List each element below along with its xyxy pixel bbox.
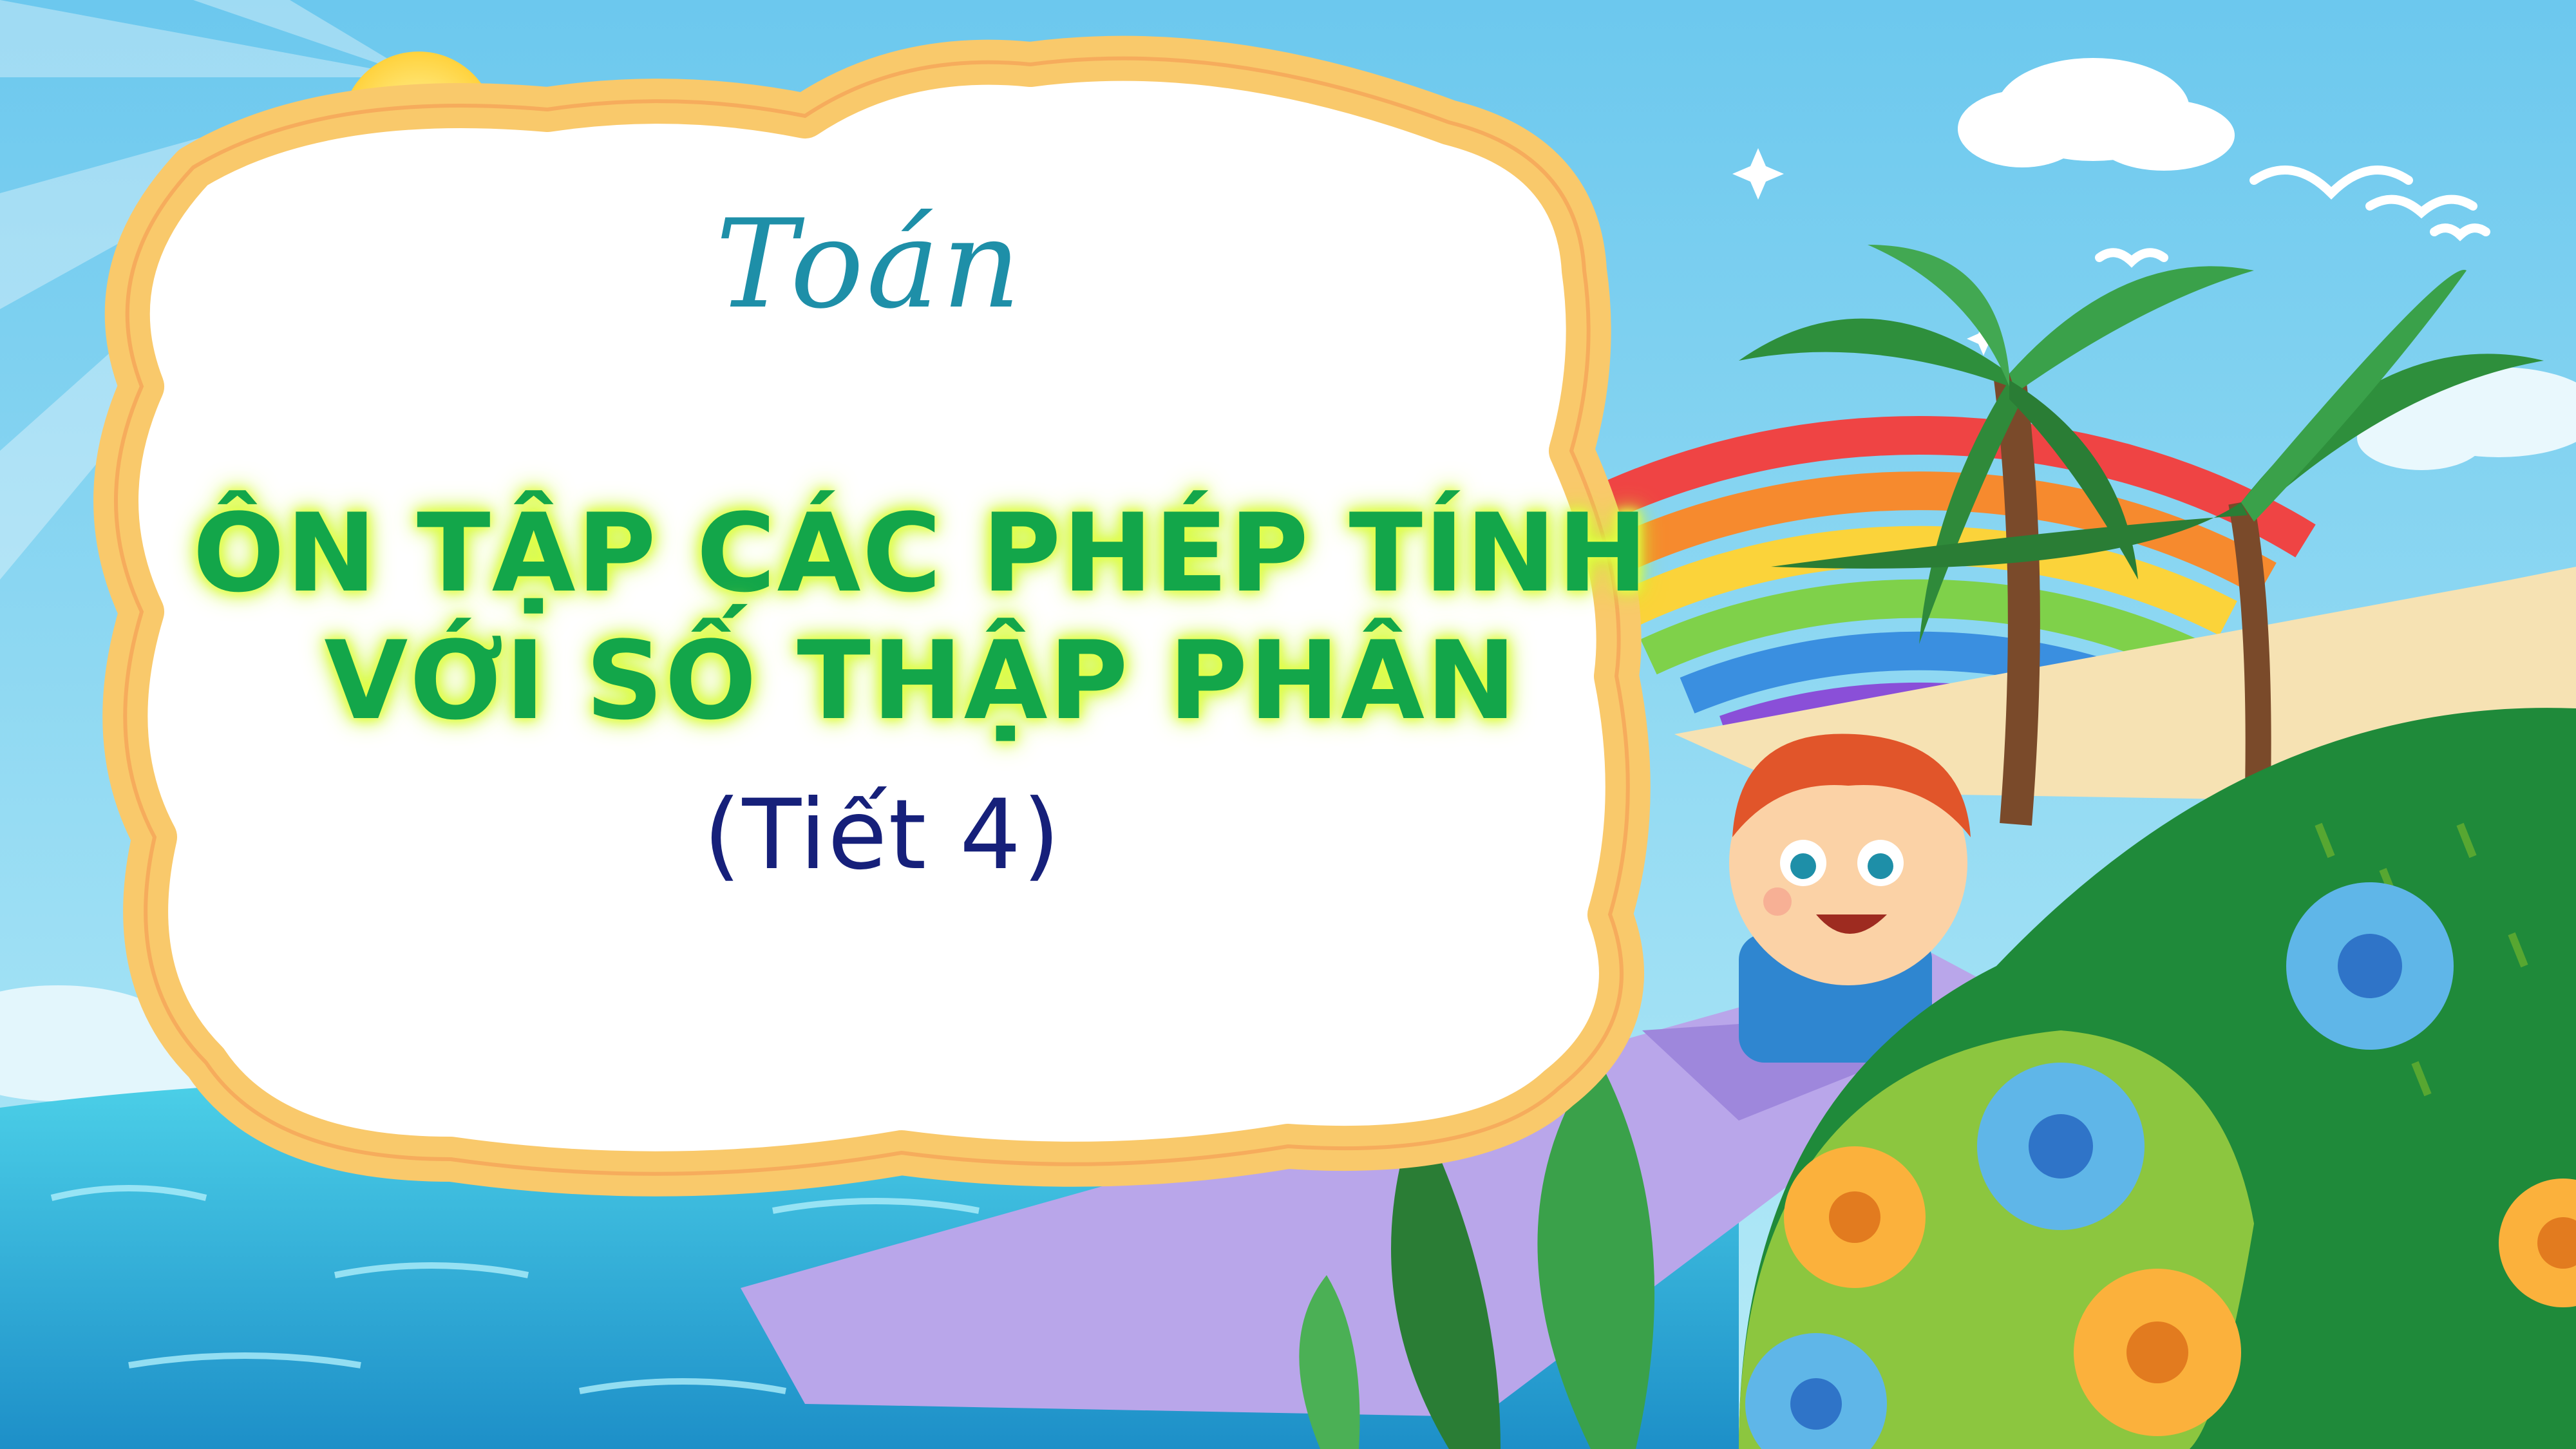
flower-orange-1 (1784, 1146, 1926, 1288)
title-frame (93, 35, 1651, 1197)
background-illustration (0, 0, 2576, 1449)
flower-blue-2 (1977, 1063, 2145, 1230)
flower-blue-1 (2286, 882, 2454, 1050)
flower-orange-2 (2074, 1269, 2241, 1436)
